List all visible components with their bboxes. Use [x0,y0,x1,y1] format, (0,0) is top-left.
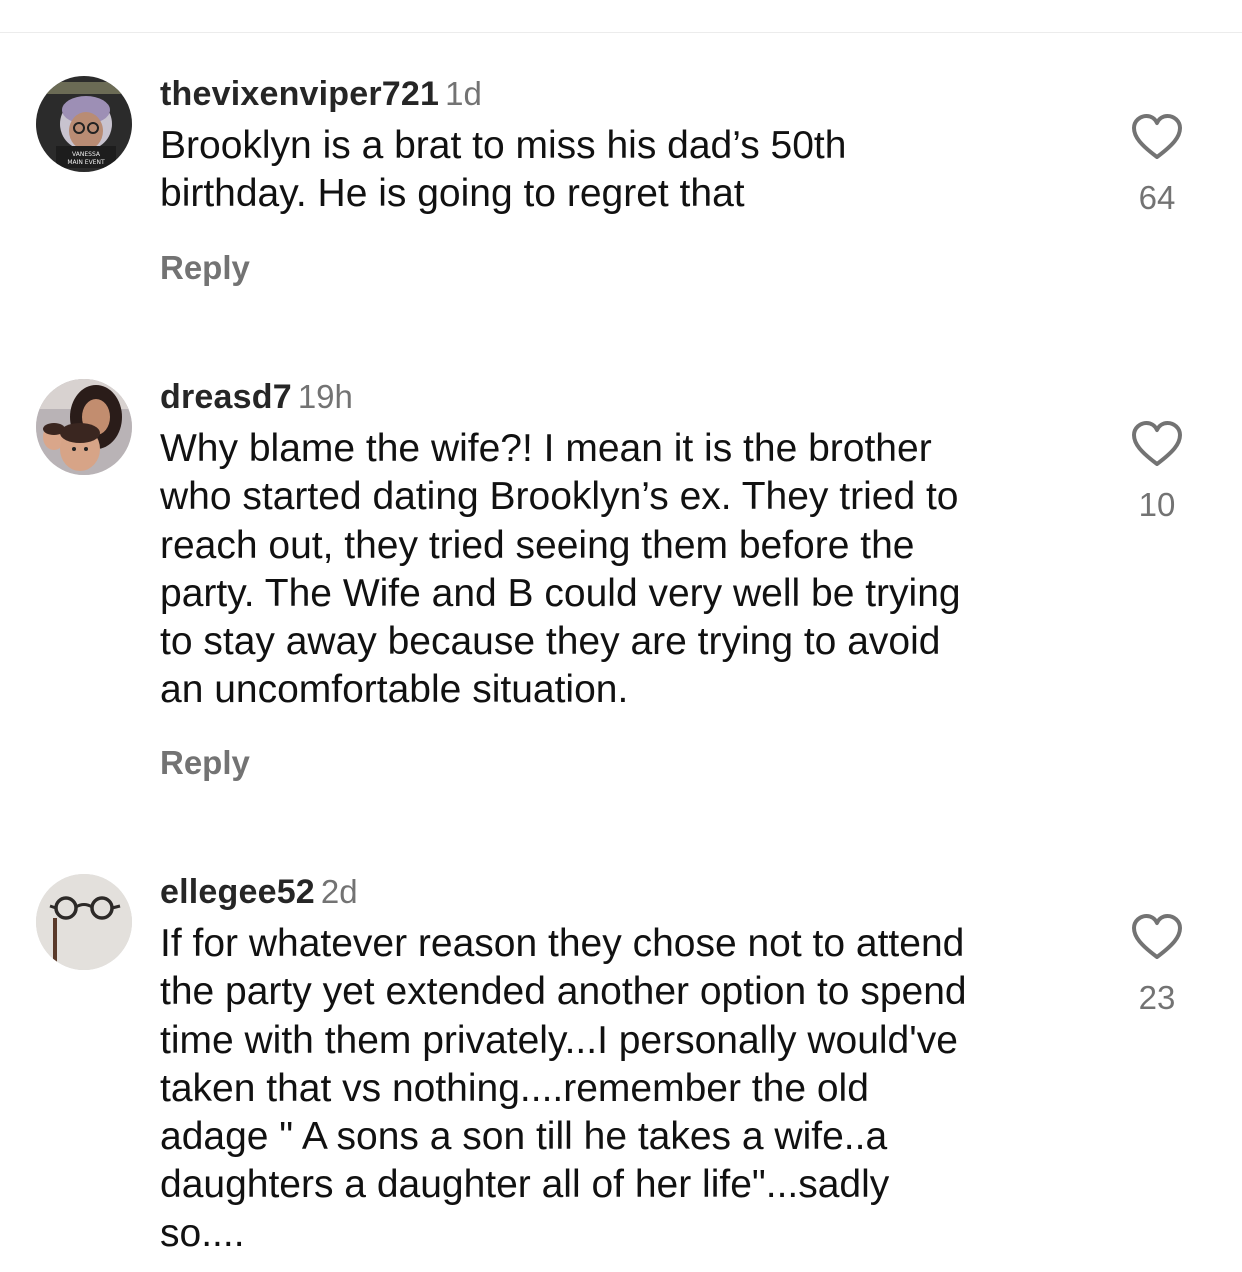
comment-text: Brooklyn is a brat to miss his dad’s 50t… [160,124,847,216]
timestamp: 1d [445,75,482,112]
comment-item: ellegee52 2d If for whatever reason they … [0,872,1242,1272]
comment-header: ellegee52 2d [160,872,358,912]
username[interactable]: thevixenviper721 [160,75,439,113]
heart-outline-icon[interactable] [1131,421,1183,467]
top-divider [0,32,1242,33]
timestamp: 19h [297,378,353,415]
reply-button[interactable]: Reply [160,743,250,783]
timestamp: 2d [320,873,358,910]
comment-text: If for whatever reason they chose not to… [160,922,967,1255]
comment-item: dreasd7 19h Why blame the wife?! I mean i… [0,377,1242,797]
avatar[interactable] [36,379,132,475]
username[interactable]: dreasd7 [160,378,292,416]
like-count: 23 [1138,979,1176,1016]
like-control: 23 [1122,914,1192,1018]
comment-text: Why blame the wife?! I mean it is the br… [160,427,961,712]
svg-text:VANESSA: VANESSA [72,151,101,158]
username[interactable]: ellegee52 [160,873,315,911]
comment-header: thevixenviper721 1d [160,74,482,114]
comment-header: dreasd7 19h [160,377,353,417]
like-control: 10 [1122,421,1192,525]
comment-item: VANESSA MAIN EVENT thevixenviper721 1d Br… [0,74,1242,304]
heart-outline-icon[interactable] [1131,114,1183,160]
heart-outline-icon[interactable] [1131,914,1183,960]
avatar[interactable] [36,874,132,970]
avatar-image [36,379,132,475]
avatar-image: VANESSA MAIN EVENT [36,76,132,172]
reply-button[interactable]: Reply [160,248,250,288]
avatar[interactable]: VANESSA MAIN EVENT [36,76,132,172]
like-count: 10 [1138,486,1176,523]
like-count: 64 [1138,179,1176,216]
like-control: 64 [1122,114,1192,218]
svg-text:MAIN EVENT: MAIN EVENT [67,159,105,166]
avatar-image [36,874,132,970]
